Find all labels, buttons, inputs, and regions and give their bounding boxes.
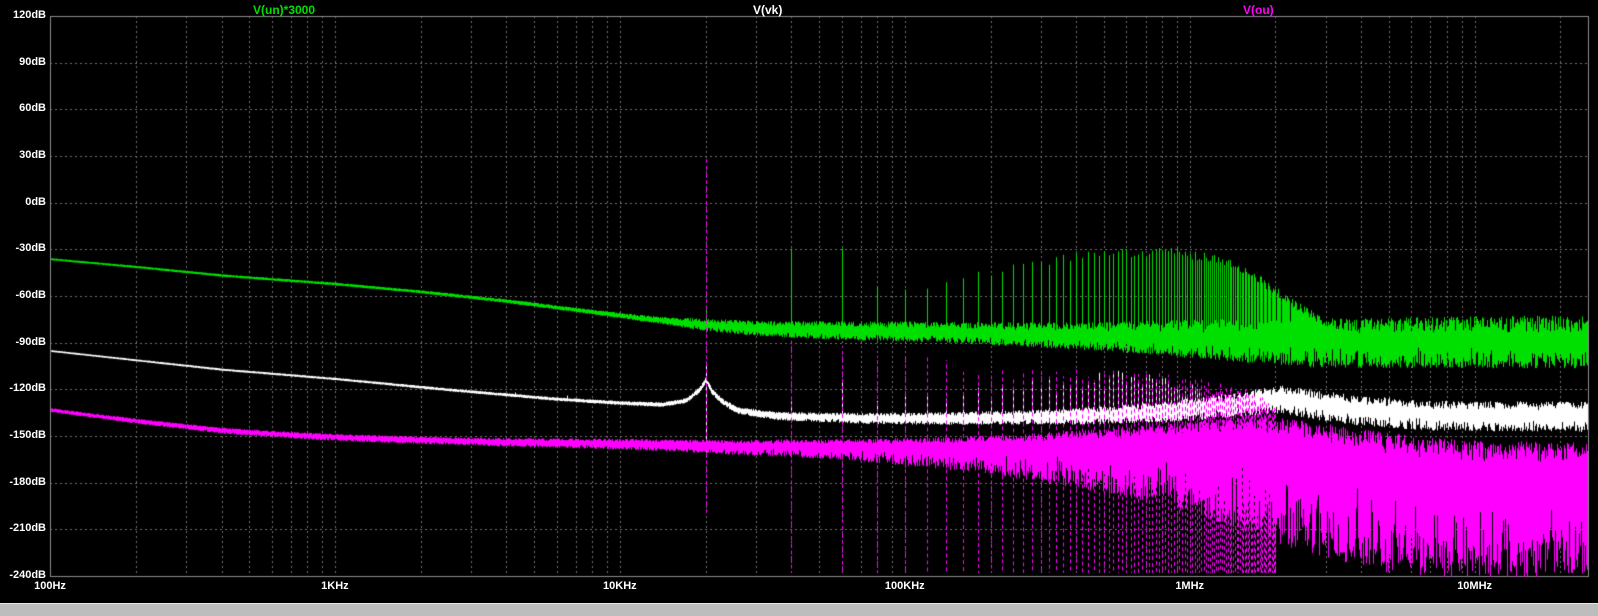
trace-legend: V(un)*3000 V(vk) V(ou) — [0, 0, 1598, 17]
y-axis-tick-label: -90dB — [15, 335, 46, 348]
x-axis-tick-label: 1MHz — [1175, 580, 1205, 592]
x-axis-tick-label: 1KHz — [321, 580, 349, 592]
y-axis-tick-label: -150dB — [9, 429, 46, 441]
y-axis-tick-label: 60dB — [19, 102, 46, 115]
x-axis-tick-label: 100Hz — [34, 580, 66, 592]
legend-trace-v-ou[interactable]: V(ou) — [1243, 3, 1274, 17]
x-axis-tick-label: 10MHz — [1457, 580, 1493, 592]
waveform-viewer-window: V(un)*3000 V(vk) V(ou) 120dB 90dB 60dB 30dB… — [0, 0, 1598, 616]
y-axis-tick-label: 0dB — [25, 195, 46, 208]
y-axis-tick-label: 120dB — [12, 9, 46, 21]
y-axis-tick-label: -210dB — [9, 522, 46, 535]
x-axis-tick-label: 10KHz — [603, 580, 637, 592]
y-axis-tick-label: -120dB — [9, 382, 46, 395]
y-axis-tick-label: 30dB — [19, 149, 46, 161]
x-axis-tick-label: 100KHz — [884, 580, 925, 592]
legend-trace-v-vk[interactable]: V(vk) — [753, 3, 782, 17]
y-axis-tick-label: -30dB — [15, 242, 46, 255]
status-bar — [0, 603, 1598, 616]
y-axis-tick-label: -60dB — [15, 289, 46, 301]
y-axis-tick-label: -180dB — [9, 475, 46, 488]
fft-plot-canvas[interactable] — [0, 0, 1598, 603]
legend-trace-v-un[interactable]: V(un)*3000 — [253, 3, 315, 17]
y-axis-tick-label: 90dB — [19, 55, 46, 68]
